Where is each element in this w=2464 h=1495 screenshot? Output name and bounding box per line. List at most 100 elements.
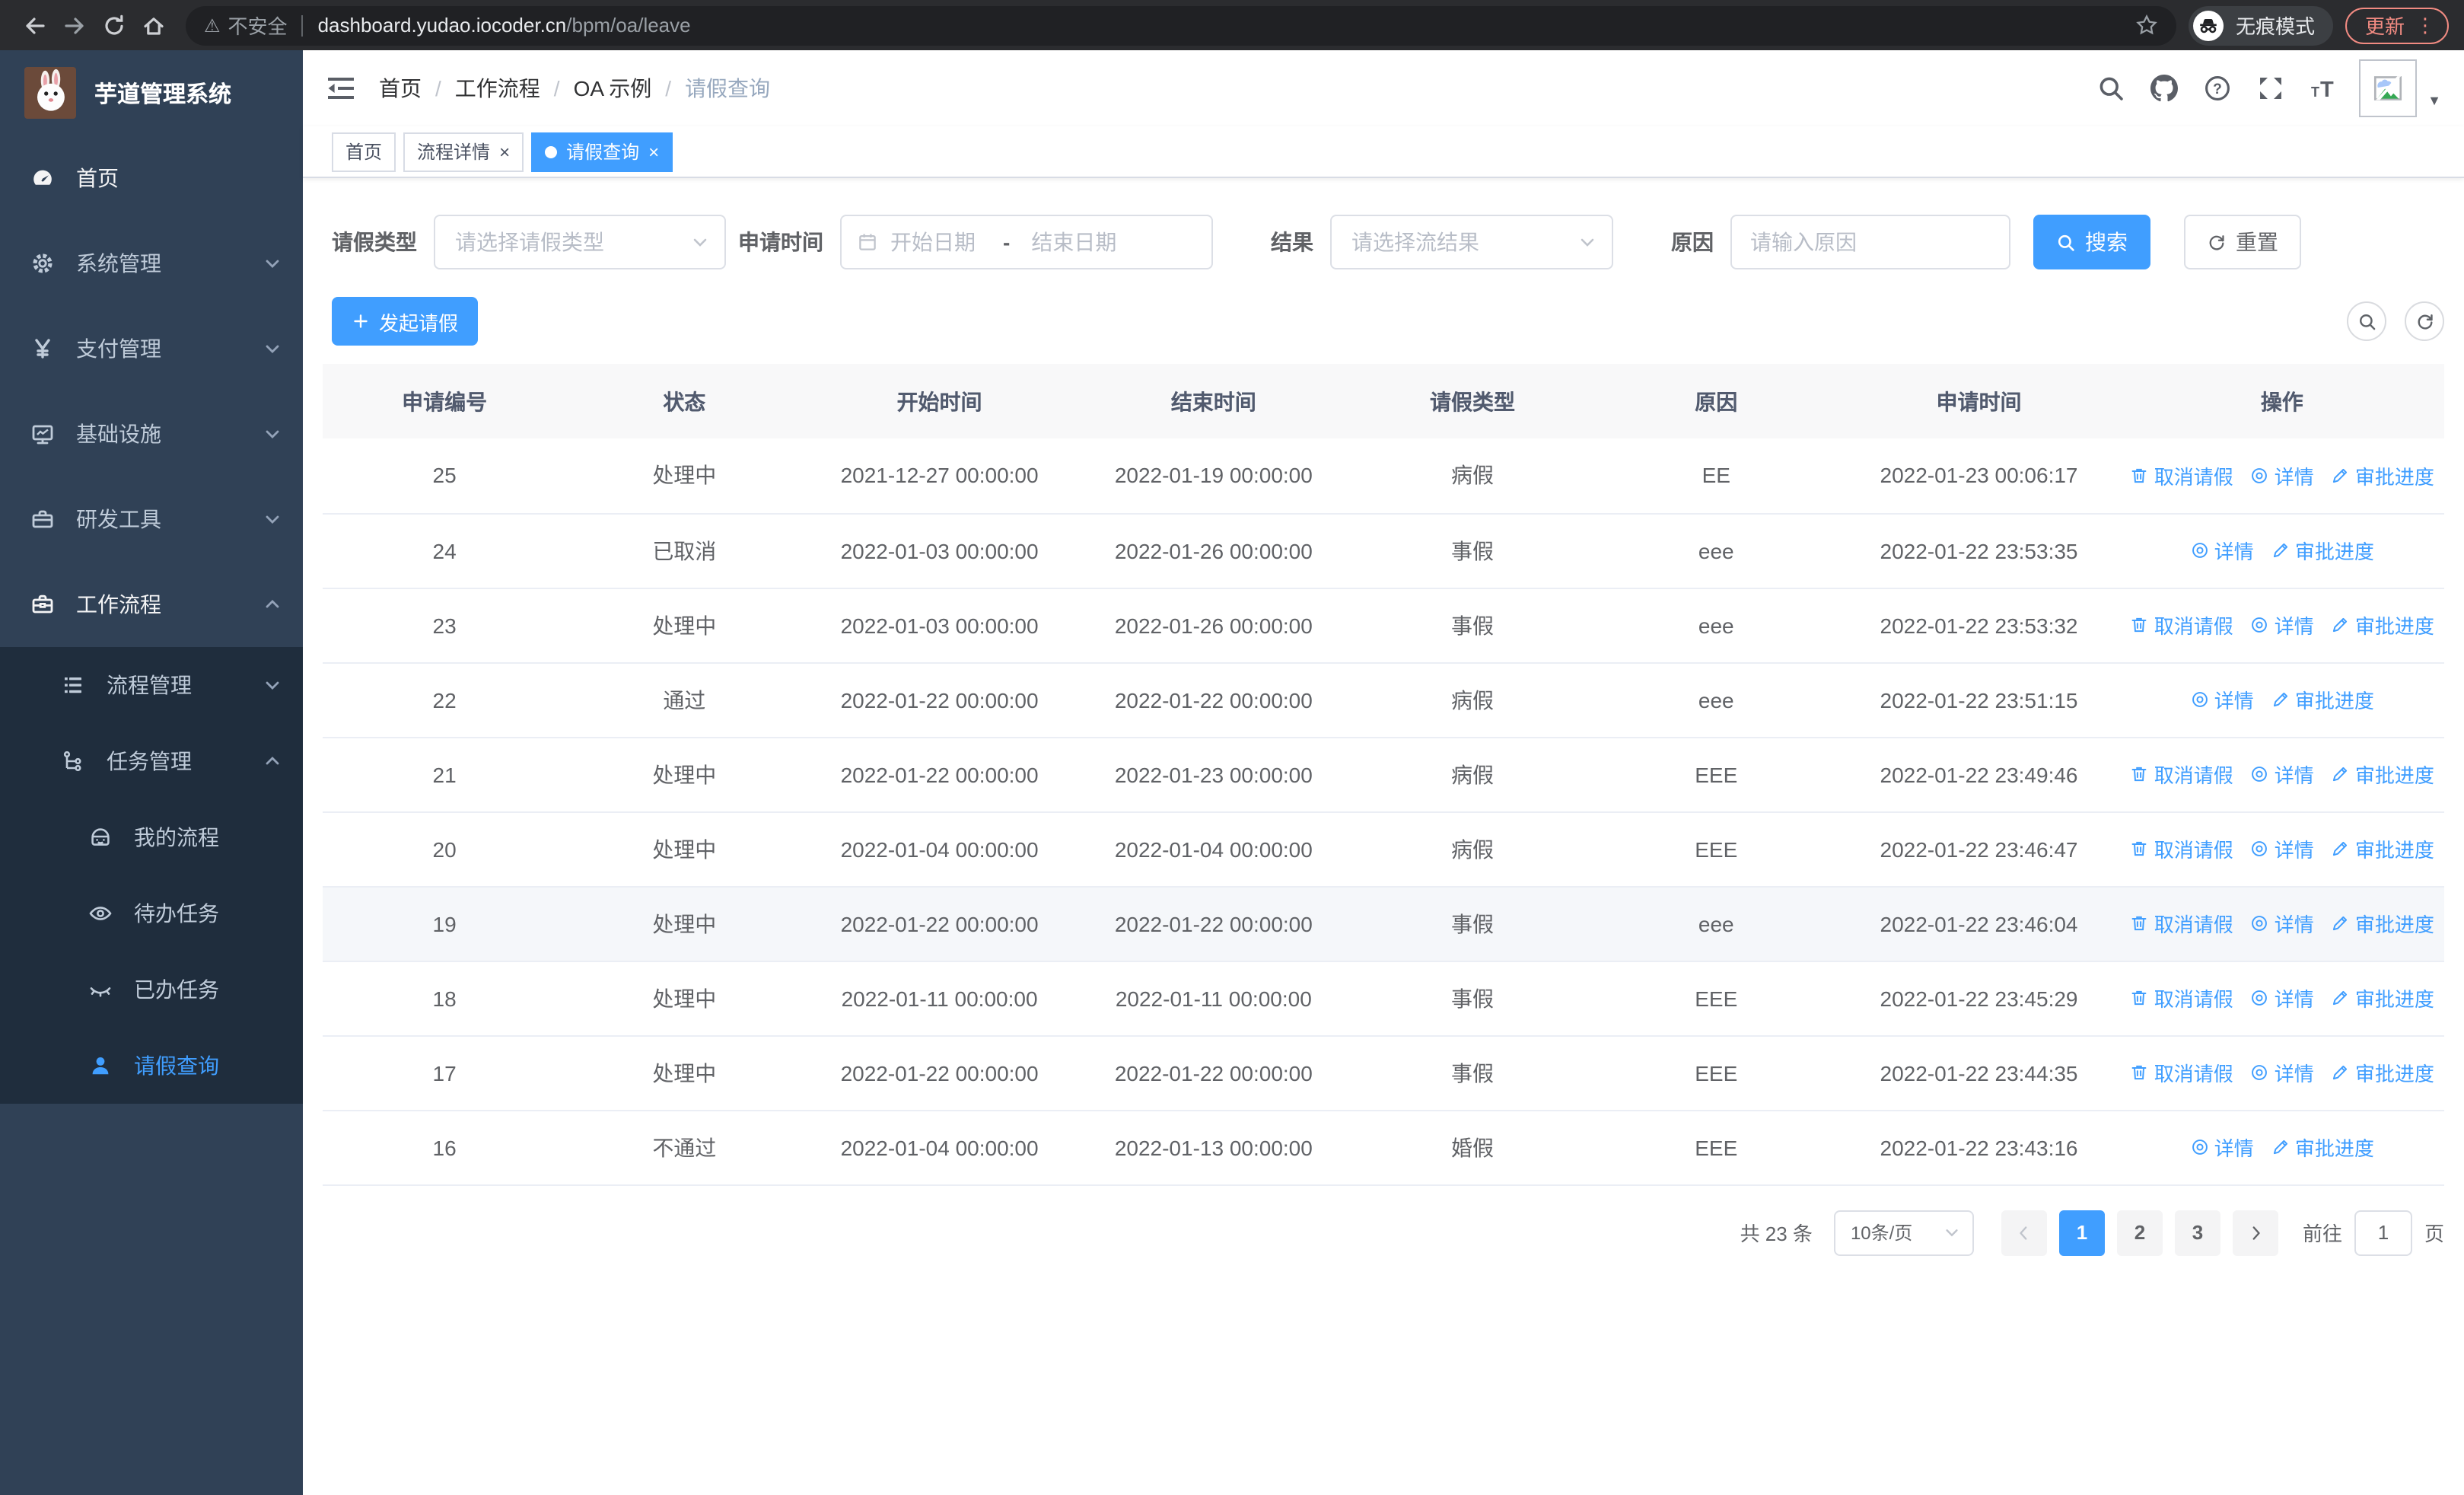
detail-link[interactable]: 详情 <box>2250 1058 2314 1087</box>
cancel-leave-link[interactable]: 取消请假 <box>2130 760 2233 789</box>
apply-time-range-picker[interactable]: 开始日期 - 结束日期 <box>840 215 1213 269</box>
cell-status: 处理中 <box>566 811 803 887</box>
detail-link[interactable]: 详情 <box>2190 685 2254 714</box>
goto-prefix: 前往 <box>2302 1222 2342 1245</box>
trash-icon <box>2130 913 2150 933</box>
hamburger-icon[interactable] <box>326 73 356 104</box>
progress-link[interactable]: 审批进度 <box>2331 983 2434 1012</box>
tab-home[interactable]: 首页 <box>332 132 396 171</box>
sidebar-item-home[interactable]: 首页 <box>0 135 303 221</box>
avatar-caret-icon[interactable]: ▼ <box>2427 93 2441 108</box>
prev-page-button[interactable] <box>2001 1210 2047 1255</box>
next-page-button[interactable] <box>2232 1210 2278 1255</box>
view-icon <box>2250 466 2270 486</box>
browser-menu-icon[interactable]: ⋮ <box>2415 13 2435 37</box>
cancel-leave-link[interactable]: 取消请假 <box>2130 834 2233 863</box>
filter-bar: 请假类型 请选择请假类型 申请时间 开始日期 - 结束日期 结果 请选择流结果 <box>323 215 2444 269</box>
page-3-button[interactable]: 3 <box>2174 1210 2220 1255</box>
action-label: 取消请假 <box>2154 913 2233 936</box>
goto-page-input[interactable] <box>2354 1210 2412 1255</box>
fullscreen-icon[interactable] <box>2257 75 2284 102</box>
detail-link[interactable]: 详情 <box>2250 461 2314 490</box>
progress-link[interactable]: 审批进度 <box>2271 536 2374 565</box>
cell-reason: EEE <box>1594 961 1838 1036</box>
progress-link[interactable]: 审批进度 <box>2331 760 2434 789</box>
browser-update-button[interactable]: 更新 ⋮ <box>2345 7 2449 43</box>
cancel-leave-link[interactable]: 取消请假 <box>2130 1058 2233 1087</box>
detail-link[interactable]: 详情 <box>2250 610 2314 639</box>
bookmark-star-icon[interactable] <box>2135 14 2158 37</box>
detail-link[interactable]: 详情 <box>2190 536 2254 565</box>
detail-link[interactable]: 详情 <box>2250 760 2314 789</box>
reset-button[interactable]: 重置 <box>2184 215 2301 269</box>
progress-link[interactable]: 审批进度 <box>2331 909 2434 938</box>
tab-leave-query[interactable]: 请假查询 × <box>531 132 673 171</box>
detail-link[interactable]: 详情 <box>2250 909 2314 938</box>
sidebar-item-todo-tasks[interactable]: 待办任务 <box>0 875 303 952</box>
progress-link[interactable]: 审批进度 <box>2331 1058 2434 1087</box>
url-divider <box>301 14 303 36</box>
cancel-leave-link[interactable]: 取消请假 <box>2130 461 2233 490</box>
view-icon <box>2190 540 2210 560</box>
breadcrumb-oa-example[interactable]: OA 示例 <box>574 73 652 104</box>
github-icon[interactable] <box>2150 75 2179 102</box>
column-header-5: 原因 <box>1594 364 1838 438</box>
detail-link[interactable]: 详情 <box>2250 834 2314 863</box>
close-icon[interactable]: × <box>648 142 659 161</box>
cell-id: 25 <box>323 438 567 514</box>
font-size-icon[interactable]: TT <box>2310 75 2338 102</box>
yen-icon <box>30 336 55 361</box>
reason-input[interactable] <box>1730 215 2010 269</box>
browser-reload-button[interactable] <box>94 5 134 45</box>
browser-back-button[interactable] <box>15 5 55 45</box>
search-button[interactable]: 搜索 <box>2033 215 2150 269</box>
sidebar-item-payment[interactable]: 支付管理 <box>0 306 303 391</box>
avatar[interactable] <box>2359 59 2418 117</box>
progress-link[interactable]: 审批进度 <box>2271 1133 2374 1162</box>
column-header-2: 开始时间 <box>802 364 1077 438</box>
sidebar-item-dev-tools[interactable]: 研发工具 <box>0 477 303 562</box>
page-2-button[interactable]: 2 <box>2116 1210 2163 1255</box>
view-icon <box>2250 1063 2270 1082</box>
cancel-leave-link[interactable]: 取消请假 <box>2130 983 2233 1012</box>
sidebar-item-system[interactable]: 系统管理 <box>0 221 303 306</box>
page-1-button[interactable]: 1 <box>2058 1210 2105 1255</box>
detail-link[interactable]: 详情 <box>2190 1133 2254 1162</box>
address-bar[interactable]: ⚠ 不安全 dashboard.yudao.iocoder.cn/bpm/oa/… <box>186 5 2176 45</box>
leave-type-select[interactable]: 请选择请假类型 <box>434 215 726 269</box>
sidebar-item-done-tasks[interactable]: 已办任务 <box>0 952 303 1028</box>
sidebar-item-infrastructure[interactable]: 基础设施 <box>0 391 303 477</box>
toggle-search-button[interactable] <box>2347 301 2386 341</box>
data-table: 申请编号 状态 开始时间 结束时间 请假类型 原因 申请时间 操作 25 处理中 2021-12-… <box>323 364 2444 1185</box>
search-icon[interactable] <box>2097 75 2125 102</box>
refresh-table-button[interactable] <box>2405 301 2444 341</box>
breadcrumb-home[interactable]: 首页 <box>379 73 422 104</box>
help-icon[interactable]: ? <box>2204 75 2231 102</box>
cancel-leave-link[interactable]: 取消请假 <box>2130 610 2233 639</box>
edit-icon <box>2271 540 2291 560</box>
table-row: 25 处理中 2021-12-27 00:00:00 2022-01-19 00:00… <box>323 438 2444 514</box>
result-select[interactable]: 请选择流结果 <box>1330 215 1613 269</box>
sidebar-item-label: 请假查询 <box>134 1054 219 1078</box>
sidebar-item-process-mgmt[interactable]: 流程管理 <box>0 647 303 723</box>
tab-process-detail[interactable]: 流程详情 × <box>403 132 524 171</box>
progress-link[interactable]: 审批进度 <box>2331 834 2434 863</box>
progress-link[interactable]: 审批进度 <box>2331 610 2434 639</box>
create-leave-button[interactable]: 发起请假 <box>332 297 479 346</box>
browser-home-button[interactable] <box>134 5 173 45</box>
sidebar-item-workflow[interactable]: 工作流程 <box>0 562 303 647</box>
breadcrumb-workflow[interactable]: 工作流程 <box>455 73 540 104</box>
detail-link[interactable]: 详情 <box>2250 983 2314 1012</box>
sidebar-item-my-process[interactable]: 我的流程 <box>0 799 303 875</box>
cell-status: 处理中 <box>566 588 803 663</box>
sidebar-logo[interactable]: 芋道管理系统 <box>0 50 303 135</box>
browser-forward-button[interactable] <box>55 5 94 45</box>
cancel-leave-link[interactable]: 取消请假 <box>2130 909 2233 938</box>
sidebar-item-task-mgmt[interactable]: 任务管理 <box>0 723 303 799</box>
progress-link[interactable]: 审批进度 <box>2271 685 2374 714</box>
progress-link[interactable]: 审批进度 <box>2331 461 2434 490</box>
sidebar-item-leave-query[interactable]: 请假查询 <box>0 1028 303 1104</box>
page-size-select[interactable]: 10条/页 <box>1833 1210 1974 1255</box>
close-icon[interactable]: × <box>499 142 510 161</box>
cell-start: 2022-01-04 00:00:00 <box>802 811 1077 887</box>
